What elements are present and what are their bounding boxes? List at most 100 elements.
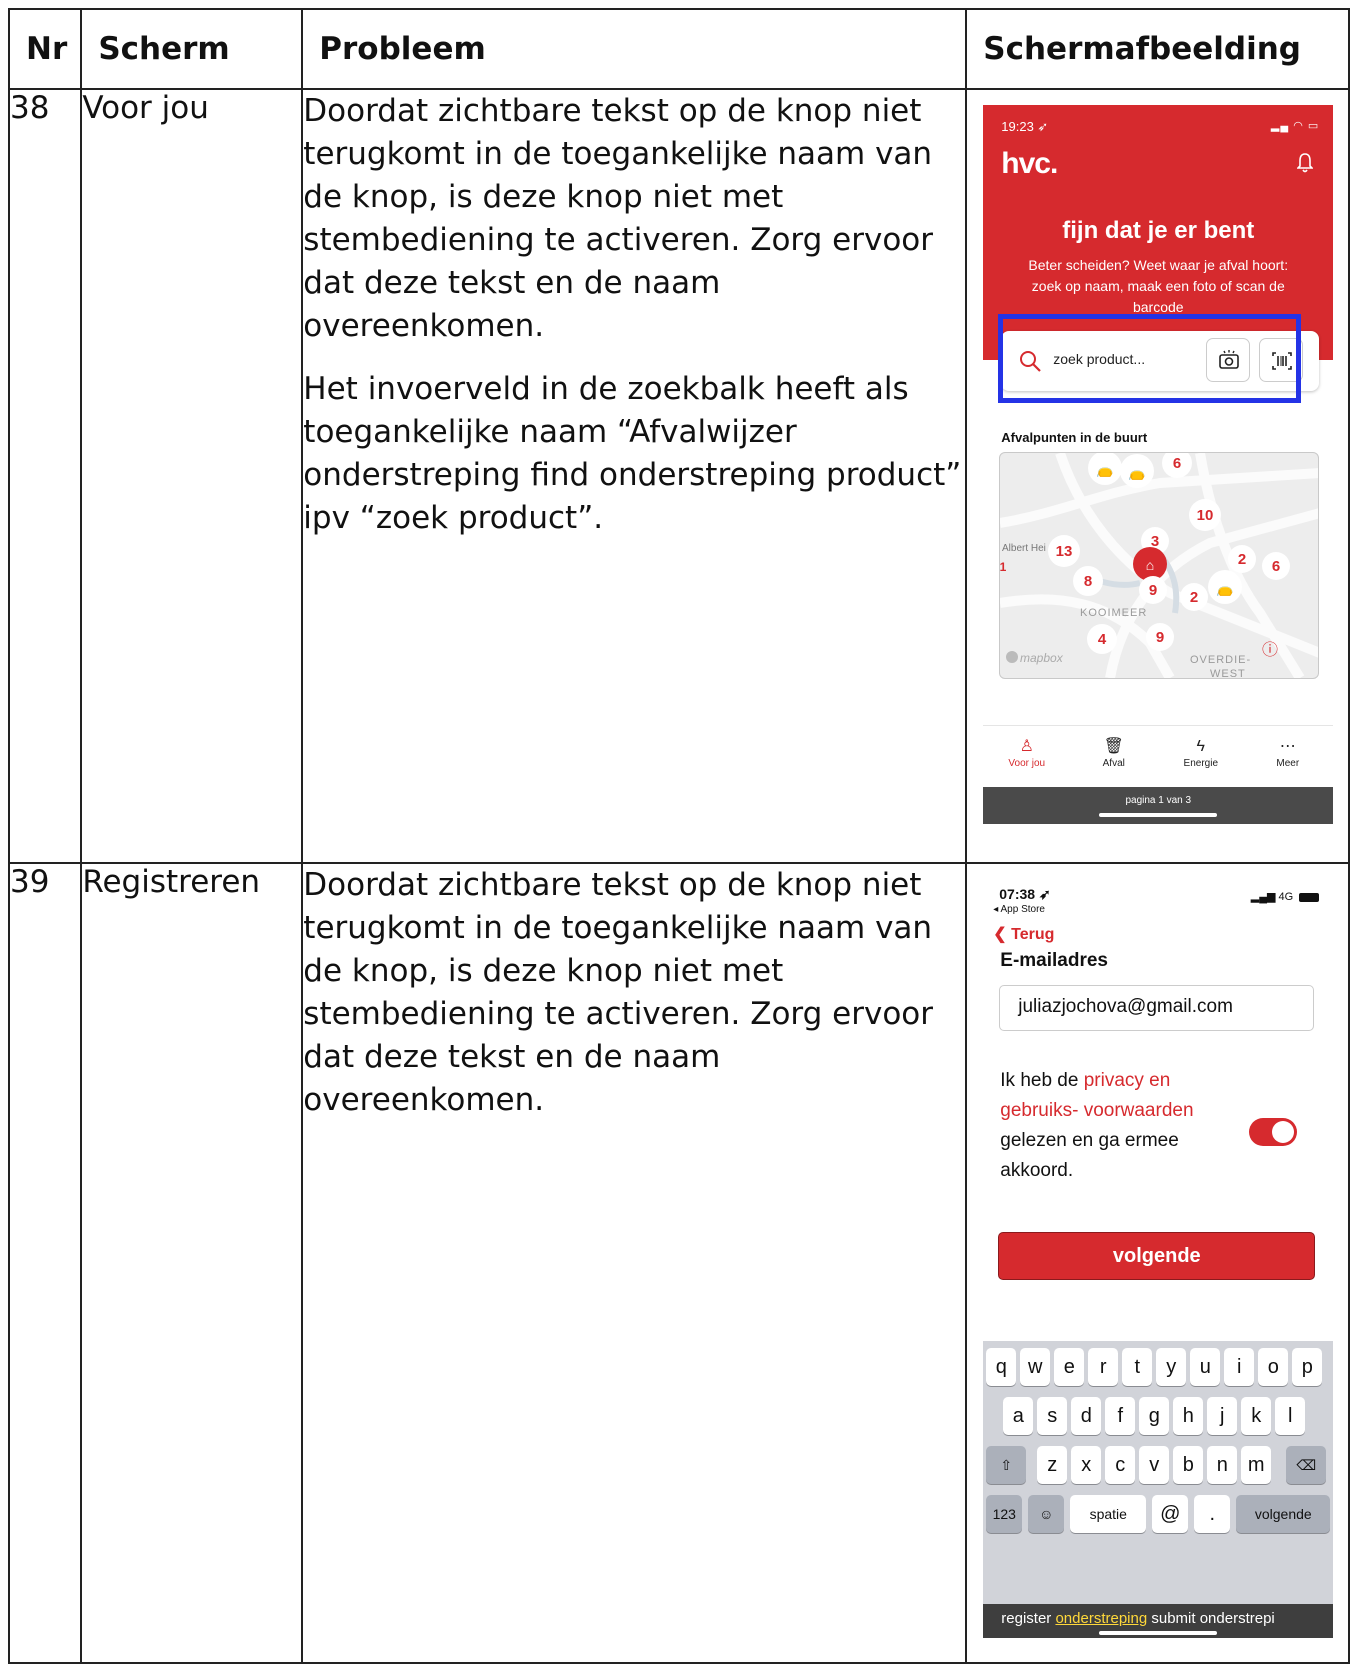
bottom-nav: ♙ Voor jou 🗑 Afval ϟ Energie ⋯ Meer bbox=[983, 725, 1334, 788]
key-x[interactable]: x bbox=[1071, 1446, 1102, 1484]
nav-energie[interactable]: ϟ Energie bbox=[1157, 726, 1244, 769]
globe-icon[interactable]: 🌐 bbox=[1001, 1604, 1023, 1605]
row-nr: 39 bbox=[7, 862, 83, 1664]
table-row: 39 Registreren Doordat zichtbare tekst o… bbox=[7, 862, 1350, 1664]
tagline: fijn dat je er bent bbox=[1062, 217, 1255, 244]
key-e[interactable]: e bbox=[1054, 1348, 1085, 1386]
page-indicator: pagina 1 van 3 bbox=[1125, 795, 1192, 806]
next-button[interactable]: volgende bbox=[998, 1232, 1316, 1280]
key-k[interactable]: k bbox=[1241, 1397, 1272, 1435]
row-scherm: Registreren bbox=[80, 862, 304, 1664]
map-count: 10 bbox=[1197, 507, 1214, 524]
key-v[interactable]: v bbox=[1139, 1446, 1170, 1484]
keyboard: q w e r t y u i o p a s d f g h j k l ⇧ … bbox=[983, 1341, 1334, 1638]
key-m[interactable]: m bbox=[1241, 1446, 1272, 1484]
key-u[interactable]: u bbox=[1190, 1348, 1221, 1386]
key-a[interactable]: a bbox=[1003, 1397, 1034, 1435]
key-p[interactable]: p bbox=[1292, 1348, 1323, 1386]
key-i[interactable]: i bbox=[1224, 1348, 1255, 1386]
key-j[interactable]: j bbox=[1207, 1397, 1238, 1435]
back-to-app-store[interactable]: ◂ App Store bbox=[993, 904, 1045, 915]
header-nr: Nr bbox=[7, 8, 83, 90]
email-label: E-mailadres bbox=[1000, 950, 1108, 971]
email-field[interactable]: juliazjochova@gmail.com bbox=[999, 985, 1315, 1031]
key-n[interactable]: n bbox=[1207, 1446, 1238, 1484]
key-s[interactable]: s bbox=[1037, 1397, 1068, 1435]
home-indicator bbox=[1099, 1631, 1218, 1635]
status-icons: ▂▄ ◠ ▭ bbox=[1270, 120, 1320, 132]
shift-key[interactable]: ⇧ bbox=[986, 1446, 1027, 1484]
key-z[interactable]: z bbox=[1037, 1446, 1068, 1484]
nav-voor-jou[interactable]: ♙ Voor jou bbox=[983, 726, 1070, 769]
chevron-left-icon: ❮ bbox=[993, 926, 1012, 943]
return-key[interactable]: volgende bbox=[1236, 1495, 1331, 1533]
consent-toggle[interactable] bbox=[1249, 1118, 1298, 1146]
key-o[interactable]: o bbox=[1258, 1348, 1289, 1386]
map-count: 9 bbox=[1156, 629, 1164, 646]
shift-icon: ⇧ bbox=[1000, 1457, 1013, 1473]
bell-icon[interactable] bbox=[1297, 153, 1314, 173]
hvc-home-screenshot: 19:23 ➶ ▂▄ ◠ ▭ hvc. fijn dat je er bent … bbox=[983, 105, 1334, 862]
numbers-key[interactable]: 123 bbox=[986, 1495, 1023, 1533]
header-probleem: Probleem bbox=[301, 8, 968, 90]
svg-text:👝: 👝 bbox=[1097, 461, 1114, 478]
row-probleem: Doordat zichtbare tekst op de knop niet … bbox=[301, 88, 968, 864]
dot-key[interactable]: . bbox=[1194, 1495, 1231, 1533]
key-q[interactable]: q bbox=[986, 1348, 1017, 1386]
probleem-paragraph: Doordat zichtbare tekst op de knop niet … bbox=[303, 867, 933, 1118]
nav-afval[interactable]: 🗑 Afval bbox=[1070, 726, 1157, 769]
key-w[interactable]: w bbox=[1020, 1348, 1051, 1386]
back-label: Terug bbox=[1011, 926, 1055, 943]
nav-label: Meer bbox=[1276, 758, 1300, 769]
nav-label: Voor jou bbox=[1008, 758, 1046, 769]
consent-post: gelezen en ga ermee akkoord. bbox=[1000, 1130, 1179, 1181]
space-key[interactable]: spatie bbox=[1070, 1495, 1147, 1533]
map-area-label: OVERDIE- bbox=[1190, 654, 1251, 666]
row-scherm: Voor jou bbox=[80, 88, 304, 864]
map-count: 6 bbox=[1272, 558, 1280, 575]
emoji-key[interactable]: ☺ bbox=[1028, 1495, 1065, 1533]
back-button[interactable]: ❮ Terug bbox=[993, 924, 1054, 944]
voice-text-post: submit onderstrepi bbox=[1147, 1610, 1275, 1627]
nav-label: Energie bbox=[1183, 758, 1218, 769]
page-indicator-bar: pagina 1 van 3 bbox=[983, 787, 1334, 824]
map-count: 13 bbox=[1056, 543, 1073, 560]
key-f[interactable]: f bbox=[1105, 1397, 1136, 1435]
consent-pre: Ik heb de bbox=[1000, 1070, 1084, 1091]
key-b[interactable]: b bbox=[1173, 1446, 1204, 1484]
key-d[interactable]: d bbox=[1071, 1397, 1102, 1435]
row-screenshot: 07:38 ➶ ◂ App Store ▂▄▆ 4G ❮ Terug E-mai… bbox=[965, 862, 1350, 1664]
mapbox-logo-icon bbox=[1006, 651, 1019, 663]
key-g[interactable]: g bbox=[1139, 1397, 1170, 1435]
key-h[interactable]: h bbox=[1173, 1397, 1204, 1435]
map-count: 9 bbox=[1149, 582, 1157, 599]
header-schermafbeelding: Schermafbeelding bbox=[965, 8, 1350, 90]
more-icon: ⋯ bbox=[1279, 738, 1296, 755]
map-store-label: Albert Hei bbox=[1002, 543, 1046, 554]
map-info-icon[interactable]: ⓘ bbox=[1262, 640, 1278, 659]
status-time: 19:23 ➶ bbox=[1001, 119, 1049, 134]
nav-label: Afval bbox=[1102, 758, 1125, 769]
map-count: 6 bbox=[1173, 455, 1181, 472]
status-icons: ▂▄▆ 4G bbox=[1251, 890, 1320, 903]
keyboard-row-2: a s d f g h j k l bbox=[983, 1397, 1333, 1435]
hvc-logo: hvc. bbox=[1001, 147, 1058, 180]
probleem-paragraph: Doordat zichtbare tekst op de knop niet … bbox=[303, 93, 933, 344]
waste-points-map[interactable]: KOOIMEER OVERDIE- WEST Albert Hei 👝 👝 6 … bbox=[999, 452, 1320, 679]
key-r[interactable]: r bbox=[1088, 1348, 1119, 1386]
battery-icon bbox=[1299, 892, 1320, 902]
key-y[interactable]: y bbox=[1156, 1348, 1187, 1386]
voice-control-bar: 🌐 register onderstreping submit onderstr… bbox=[983, 1604, 1334, 1638]
backspace-key[interactable]: ⌫ bbox=[1286, 1446, 1327, 1484]
at-key[interactable]: @ bbox=[1152, 1495, 1189, 1533]
toggle-knob bbox=[1272, 1121, 1295, 1143]
focus-highlight bbox=[998, 314, 1302, 403]
key-l[interactable]: l bbox=[1275, 1397, 1306, 1435]
key-t[interactable]: t bbox=[1122, 1348, 1153, 1386]
key-c[interactable]: c bbox=[1105, 1446, 1136, 1484]
section-title: Afvalpunten in de buurt bbox=[1001, 430, 1148, 445]
row-probleem: Doordat zichtbare tekst op de knop niet … bbox=[301, 862, 968, 1664]
header-scherm: Scherm bbox=[80, 8, 304, 90]
nav-meer[interactable]: ⋯ Meer bbox=[1244, 726, 1331, 769]
backspace-icon: ⌫ bbox=[1296, 1457, 1317, 1473]
